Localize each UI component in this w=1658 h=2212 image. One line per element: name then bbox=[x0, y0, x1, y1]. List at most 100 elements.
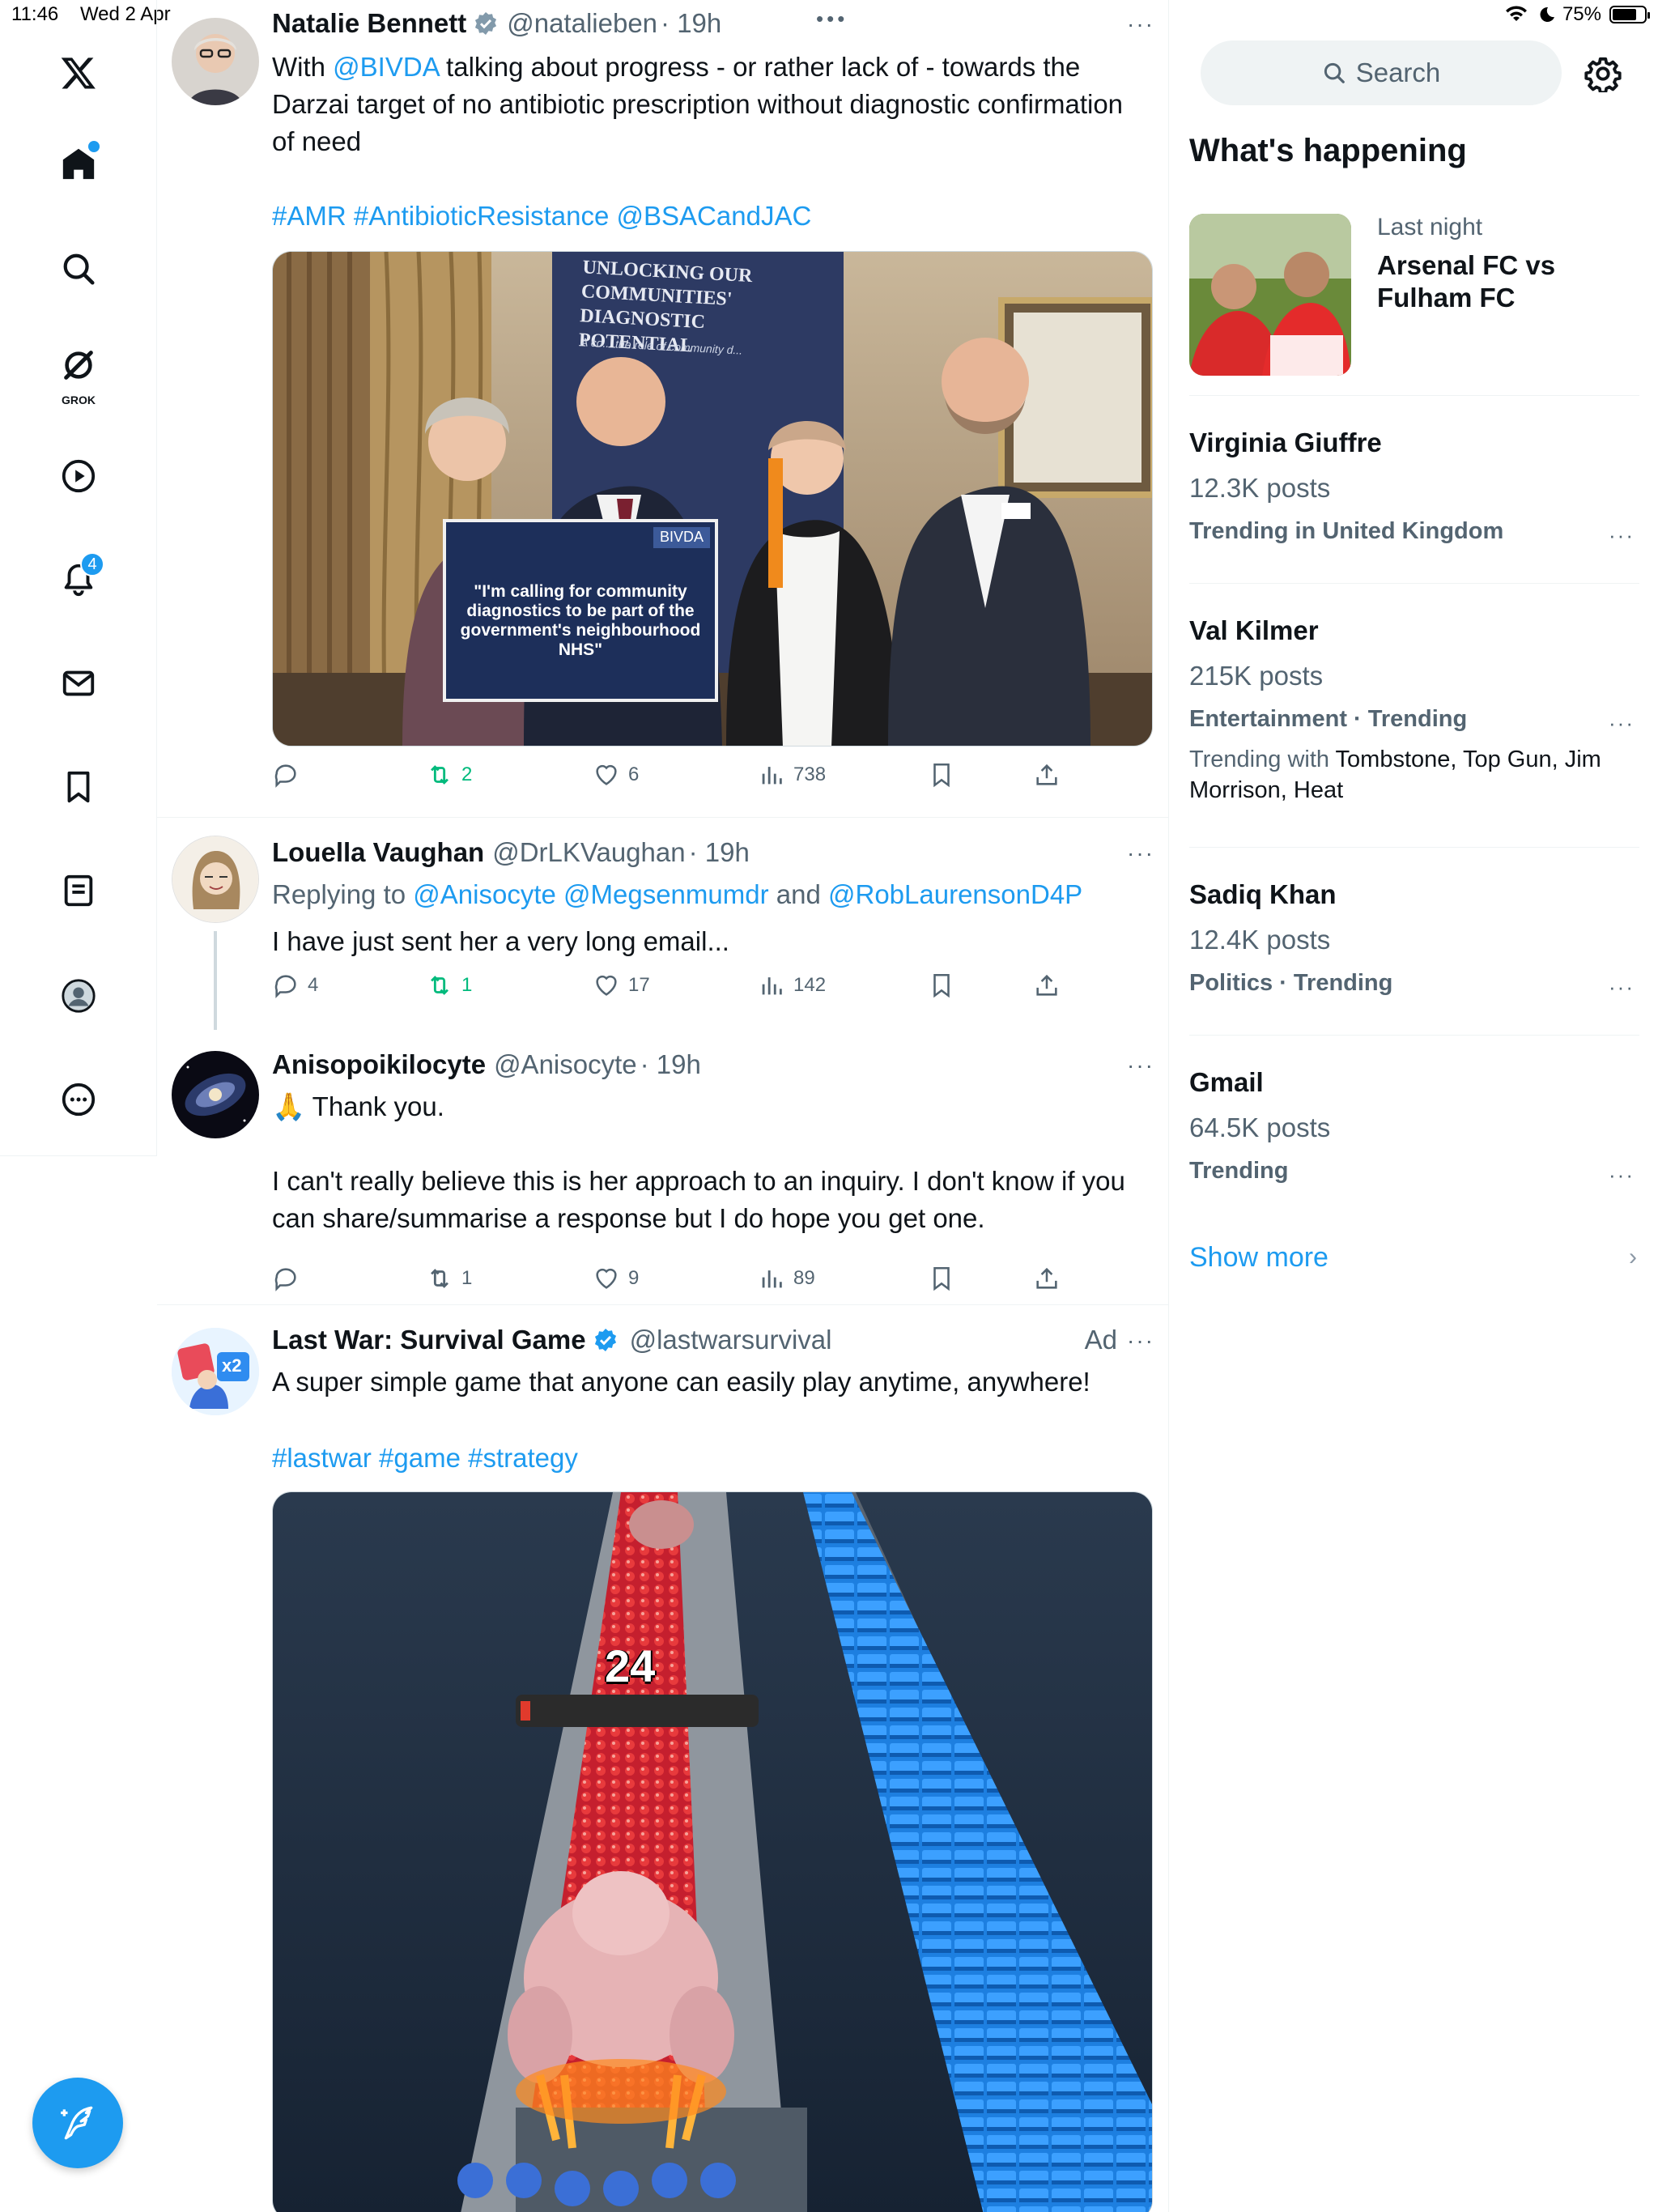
heart-icon bbox=[596, 1268, 617, 1289]
replying-prefix: Replying to bbox=[272, 879, 414, 909]
thread-connector bbox=[214, 931, 217, 1030]
tweet-header: Louella Vaughan @DrLKVaughan · 19h bbox=[272, 837, 750, 868]
x-logo-icon[interactable] bbox=[46, 40, 111, 105]
tweet-louella-vaughan[interactable]: Louella Vaughan @DrLKVaughan · 19h ··· R… bbox=[157, 818, 1168, 1030]
reply-button[interactable] bbox=[272, 1265, 308, 1292]
bookmark-icon bbox=[933, 973, 950, 998]
trend-gmail[interactable]: Gmail 64.5K posts Trending ··· bbox=[1189, 1067, 1639, 1188]
tweet-more-icon[interactable]: ··· bbox=[1127, 1053, 1154, 1078]
hashtags[interactable]: #AMR #AntibioticResistance @BSACandJAC bbox=[272, 198, 1130, 235]
share-button[interactable] bbox=[1033, 1265, 1061, 1292]
author-handle[interactable]: @natalieben bbox=[507, 8, 657, 39]
tweet-photo[interactable]: UNLOCKING OUR COMMUNITIES' DIAGNOSTIC PO… bbox=[272, 251, 1153, 747]
right-sidebar: Search What's happening Last night Arsen… bbox=[1170, 0, 1658, 2212]
reply-button[interactable]: 4 bbox=[272, 972, 318, 999]
trend-more-icon[interactable]: ··· bbox=[1609, 711, 1635, 736]
reply-button[interactable] bbox=[272, 761, 308, 789]
post-time: · 19h bbox=[640, 1049, 701, 1079]
compose-post-button[interactable] bbox=[32, 2078, 123, 2168]
tweet-anisopoikilocyte[interactable]: Anisopoikilocyte @Anisocyte · 19h ··· 🙏 … bbox=[157, 1030, 1168, 1305]
trend-name: Gmail bbox=[1189, 1067, 1264, 1097]
video-play-icon[interactable] bbox=[46, 444, 111, 508]
author-name[interactable]: Louella Vaughan bbox=[272, 837, 484, 868]
trend-more-icon[interactable]: ··· bbox=[1609, 523, 1635, 548]
retweet-icon bbox=[431, 1269, 449, 1288]
featured-event-meta: Last night bbox=[1377, 214, 1483, 240]
avatar[interactable] bbox=[172, 836, 259, 923]
avatar[interactable] bbox=[172, 18, 259, 105]
retweet-icon bbox=[431, 765, 449, 785]
like-count: 17 bbox=[628, 974, 650, 996]
trend-name: Sadiq Khan bbox=[1189, 879, 1337, 909]
views-button[interactable]: 738 bbox=[758, 761, 826, 789]
author-handle[interactable]: @Anisocyte bbox=[494, 1049, 637, 1080]
trend-name: Virginia Giuffre bbox=[1189, 428, 1382, 457]
retweet-button[interactable]: 2 bbox=[426, 761, 472, 789]
profile-avatar-icon[interactable] bbox=[46, 963, 111, 1028]
more-options-icon[interactable] bbox=[46, 1067, 111, 1132]
reply-mentions[interactable]: @Anisocyte @Megsenmumdr bbox=[413, 879, 768, 909]
trend-virginia-giuffre[interactable]: Virginia Giuffre 12.3K posts Trending in… bbox=[1189, 428, 1639, 548]
avatar[interactable]: x2 bbox=[172, 1328, 259, 1415]
tweet-more-icon[interactable]: ··· bbox=[1127, 11, 1154, 37]
like-count: 6 bbox=[628, 764, 640, 785]
grok-icon[interactable]: GROK bbox=[46, 335, 111, 408]
hashtags[interactable]: #lastwar #game #strategy bbox=[272, 1440, 1130, 1477]
messages-envelope-icon[interactable] bbox=[46, 651, 111, 716]
author-handle[interactable]: @lastwarsurvival bbox=[630, 1325, 832, 1355]
avatar[interactable] bbox=[172, 1051, 259, 1138]
trend-more-icon[interactable]: ··· bbox=[1609, 1163, 1635, 1188]
views-chart-icon bbox=[762, 767, 782, 785]
bookmarks-icon[interactable] bbox=[46, 755, 111, 819]
retweet-icon bbox=[431, 976, 449, 995]
like-count: 9 bbox=[628, 1267, 640, 1289]
mention-link[interactable]: @BIVDA bbox=[333, 52, 439, 82]
grok-label: GROK bbox=[62, 393, 96, 406]
explore-search-icon[interactable] bbox=[46, 236, 111, 301]
like-button[interactable]: 9 bbox=[593, 1265, 639, 1292]
verified-badge-icon bbox=[594, 1329, 616, 1351]
like-button[interactable]: 6 bbox=[593, 761, 639, 789]
tweet-ad-last-war[interactable]: x2 Last War: Survival Game @lastwarsurvi… bbox=[157, 1305, 1168, 2212]
like-button[interactable]: 17 bbox=[593, 972, 650, 999]
settings-gear-icon[interactable] bbox=[1584, 55, 1622, 92]
reply-count: 4 bbox=[308, 974, 319, 996]
notifications-badge: 4 bbox=[80, 552, 104, 576]
author-name[interactable]: Last War: Survival Game bbox=[272, 1325, 586, 1355]
home-icon[interactable] bbox=[46, 131, 111, 196]
trend-sadiq-khan[interactable]: Sadiq Khan 12.4K posts Politics · Trendi… bbox=[1189, 879, 1639, 1000]
search-input[interactable]: Search bbox=[1201, 40, 1562, 105]
tweet-actions: 4 1 17 142 bbox=[272, 972, 1082, 1007]
tweet-text: I can't really believe this is her appro… bbox=[272, 1166, 1125, 1233]
reply-mentions[interactable]: @RobLaurensonD4P bbox=[828, 879, 1082, 909]
bookmark-button[interactable] bbox=[928, 972, 955, 999]
notifications-bell-icon[interactable]: 4 bbox=[46, 547, 111, 612]
retweet-button[interactable]: 1 bbox=[426, 1265, 472, 1292]
tweet-actions: 2 6 738 bbox=[272, 761, 1082, 797]
replying-to: Replying to @Anisocyte @Megsenmumdr and … bbox=[272, 876, 1130, 913]
trend-val-kilmer[interactable]: Val Kilmer 215K posts Entertainment · Tr… bbox=[1189, 615, 1639, 806]
views-count: 89 bbox=[793, 1267, 815, 1289]
bookmark-button[interactable] bbox=[928, 1265, 955, 1292]
tweet-more-icon[interactable]: ··· bbox=[1127, 840, 1154, 866]
author-name[interactable]: Anisopoikilocyte bbox=[272, 1049, 486, 1080]
share-button[interactable] bbox=[1033, 761, 1061, 789]
tweet-text: A super simple game that anyone can easi… bbox=[272, 1367, 1090, 1397]
reply-and: and bbox=[768, 879, 828, 909]
share-icon bbox=[1036, 764, 1057, 785]
tweet-more-icon[interactable]: ··· bbox=[1127, 1328, 1154, 1354]
featured-event-title: Arsenal FC vs Fulham FC bbox=[1377, 250, 1556, 313]
lists-icon[interactable] bbox=[46, 858, 111, 923]
show-more-link[interactable]: Show more bbox=[1189, 1242, 1329, 1274]
views-button[interactable]: 142 bbox=[758, 972, 826, 999]
author-name[interactable]: Natalie Bennett bbox=[272, 8, 466, 39]
retweet-button[interactable]: 1 bbox=[426, 972, 472, 999]
trend-more-icon[interactable]: ··· bbox=[1609, 975, 1635, 1000]
author-handle[interactable]: @DrLKVaughan bbox=[492, 837, 685, 868]
views-button[interactable]: 89 bbox=[758, 1265, 815, 1292]
reply-icon bbox=[274, 975, 296, 998]
bookmark-button[interactable] bbox=[928, 761, 955, 789]
share-button[interactable] bbox=[1033, 972, 1061, 999]
tweet-natalie-bennett[interactable]: Natalie Bennett @natalieben · 19h ··· Wi… bbox=[157, 0, 1168, 818]
ad-video[interactable]: 24 bbox=[272, 1491, 1153, 2212]
